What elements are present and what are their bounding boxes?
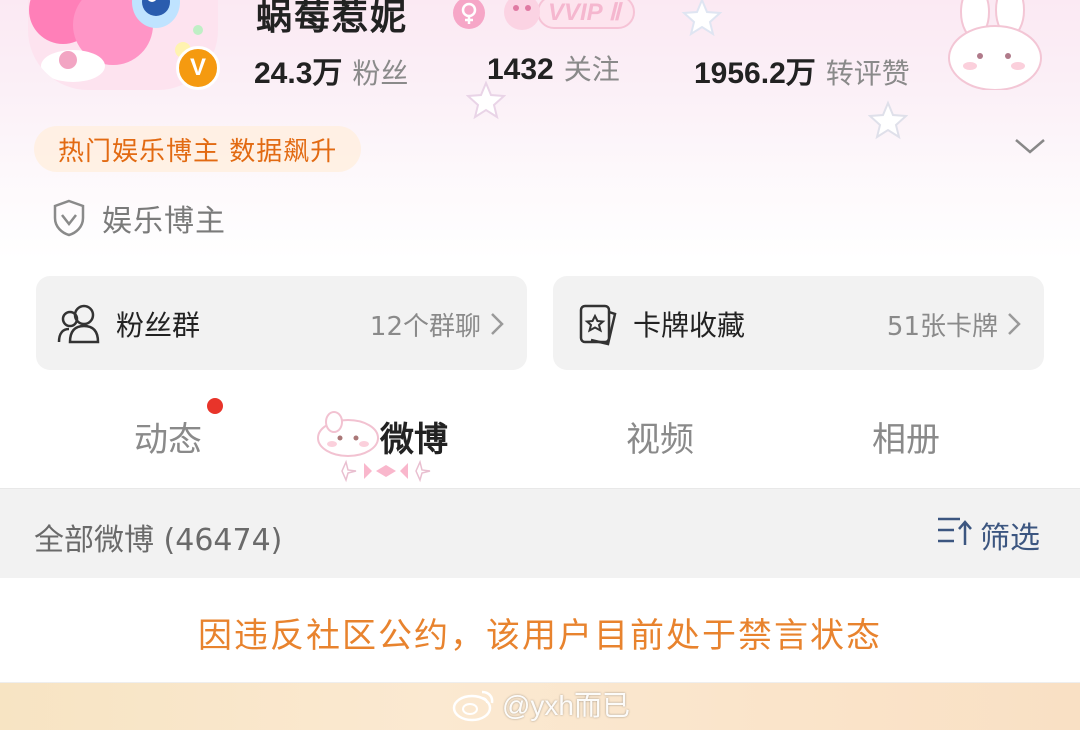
chevron-right-icon (491, 313, 504, 335)
hot-tag-label: 热门娱乐博主 数据飙升 (58, 136, 338, 167)
verified-badge-icon: V (176, 46, 220, 90)
card-title: 粉丝群 (116, 309, 201, 342)
certification-row: 娱乐博主 (52, 196, 226, 240)
hot-blogger-tag[interactable]: 热门娱乐博主 数据飙升 (34, 126, 362, 172)
notification-dot (207, 398, 223, 414)
tab-weibo[interactable]: 微博 (380, 412, 448, 461)
stat-label: 关注 (563, 53, 620, 86)
star-decoration-icon (466, 80, 506, 120)
female-gender-icon (453, 0, 485, 29)
stat-label: 粉丝 (352, 57, 409, 90)
username: 蜗莓惹妮 (256, 0, 409, 38)
chevron-down-icon[interactable] (1012, 134, 1048, 158)
tab-videos[interactable]: 视频 (626, 412, 694, 461)
certification-label: 娱乐博主 (102, 204, 226, 239)
stat-label: 转评赞 (825, 57, 910, 90)
card-title: 卡牌收藏 (633, 309, 746, 342)
bunny-tab-decoration-icon (317, 411, 379, 457)
filter-sort-icon[interactable] (936, 513, 972, 547)
watermark: @yxh而已 (452, 684, 630, 724)
card-subtitle: 51张卡牌 (886, 312, 998, 342)
tab-albums[interactable]: 相册 (872, 412, 940, 461)
bow-decoration-icon (341, 459, 431, 483)
star-decoration-icon (681, 0, 723, 36)
profile-tabs: 动态 微博 视频 相册 (0, 390, 1080, 488)
shield-icon (53, 199, 85, 237)
muted-notice: 因违反社区公约，该用户目前处于禁言状态 (198, 616, 882, 656)
weibo-logo-icon (452, 690, 494, 722)
chevron-right-icon (1008, 313, 1021, 335)
stat-followers[interactable]: 24.3万 粉丝 (254, 48, 408, 92)
fan-group-card[interactable]: 粉丝群 12个群聊 (36, 276, 527, 370)
feed-title: 全部微博 (46474) (34, 523, 283, 558)
stat-number: 24.3万 (254, 57, 343, 90)
filter-button[interactable]: 筛选 (980, 513, 1040, 557)
card-collection-icon (579, 304, 617, 346)
stat-following[interactable]: 1432 关注 (487, 48, 620, 88)
notice-area: 因违反社区公约，该用户目前处于禁言状态 (0, 578, 1080, 682)
bunny-decoration-icon (948, 0, 1042, 90)
card-collection-card[interactable]: 卡牌收藏 51张卡牌 (553, 276, 1044, 370)
stat-number: 1956.2万 (694, 57, 816, 90)
stat-interactions[interactable]: 1956.2万 转评赞 (694, 48, 910, 92)
vip-level-label: VVIP Ⅱ (548, 0, 621, 26)
fan-group-icon (57, 304, 100, 344)
feed-filter-bar: 全部微博 (46474) 筛选 (0, 488, 1080, 579)
star-decoration-icon (868, 100, 908, 140)
tab-dynamics[interactable]: 动态 (134, 412, 202, 461)
watermark-text: @yxh而已 (502, 690, 630, 721)
card-subtitle: 12个群聊 (369, 312, 481, 342)
